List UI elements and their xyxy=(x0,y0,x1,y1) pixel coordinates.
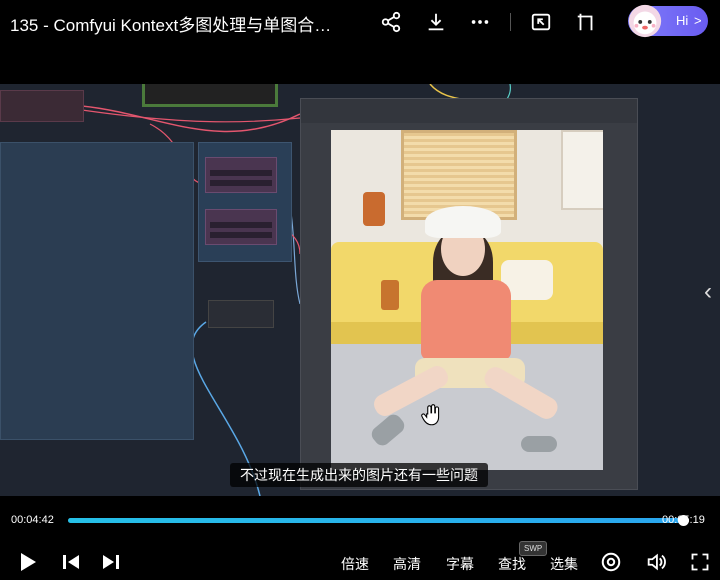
node-pixel-scale-2[interactable] xyxy=(205,209,277,245)
progress-bar[interactable] xyxy=(68,518,686,523)
hand-cursor-icon xyxy=(418,402,444,435)
node-group-blue[interactable] xyxy=(0,142,194,440)
quality-button[interactable]: 高清 xyxy=(393,554,421,574)
next-icon[interactable] xyxy=(99,550,123,574)
chevron-left-icon[interactable]: ‹ xyxy=(704,278,712,306)
fullscreen-icon[interactable] xyxy=(688,550,712,574)
video-title: 135 - Comfyui Kontext多图处理与单图合… xyxy=(10,16,332,35)
play-icon[interactable] xyxy=(16,550,40,574)
share-icon[interactable] xyxy=(379,10,403,34)
target-icon[interactable] xyxy=(599,550,623,574)
download-icon[interactable] xyxy=(424,10,448,34)
search-badge: SWP xyxy=(519,541,548,556)
search-button[interactable]: 查找 xyxy=(498,554,526,574)
mini-window-icon[interactable] xyxy=(574,10,598,34)
chevron-right-icon: > xyxy=(694,13,702,28)
node-flux-image-scale[interactable] xyxy=(208,300,274,328)
assistant-badge[interactable]: Hi > xyxy=(628,4,708,38)
video-subtitle: 不过现在生成出来的图片还有一些问题 xyxy=(230,463,488,487)
top-bar: 135 - Comfyui Kontext多图处理与单图合… Hi > xyxy=(0,0,720,44)
progress-fill xyxy=(68,518,684,523)
divider xyxy=(510,13,511,31)
mascot-avatar-icon xyxy=(628,4,662,38)
video-frame[interactable] xyxy=(0,84,720,496)
generated-image xyxy=(331,130,603,470)
picture-in-picture-icon[interactable] xyxy=(529,10,553,34)
node-preview-header xyxy=(301,99,637,123)
node-group-green[interactable] xyxy=(142,84,278,107)
node-pixel-scale-1[interactable] xyxy=(205,157,277,193)
node-flux-model[interactable] xyxy=(0,90,84,122)
episodes-button[interactable]: 选集 xyxy=(550,554,578,574)
progress-thumb[interactable] xyxy=(677,515,689,526)
speed-button[interactable]: 倍速 xyxy=(341,554,369,574)
volume-icon[interactable] xyxy=(644,550,668,574)
previous-icon[interactable] xyxy=(59,550,83,574)
hi-label: Hi xyxy=(676,13,689,28)
subtitle-button[interactable]: 字幕 xyxy=(446,554,474,574)
node-group-scale[interactable] xyxy=(198,142,292,262)
more-icon[interactable] xyxy=(468,10,492,34)
current-time: 00:04:42 xyxy=(11,514,54,526)
